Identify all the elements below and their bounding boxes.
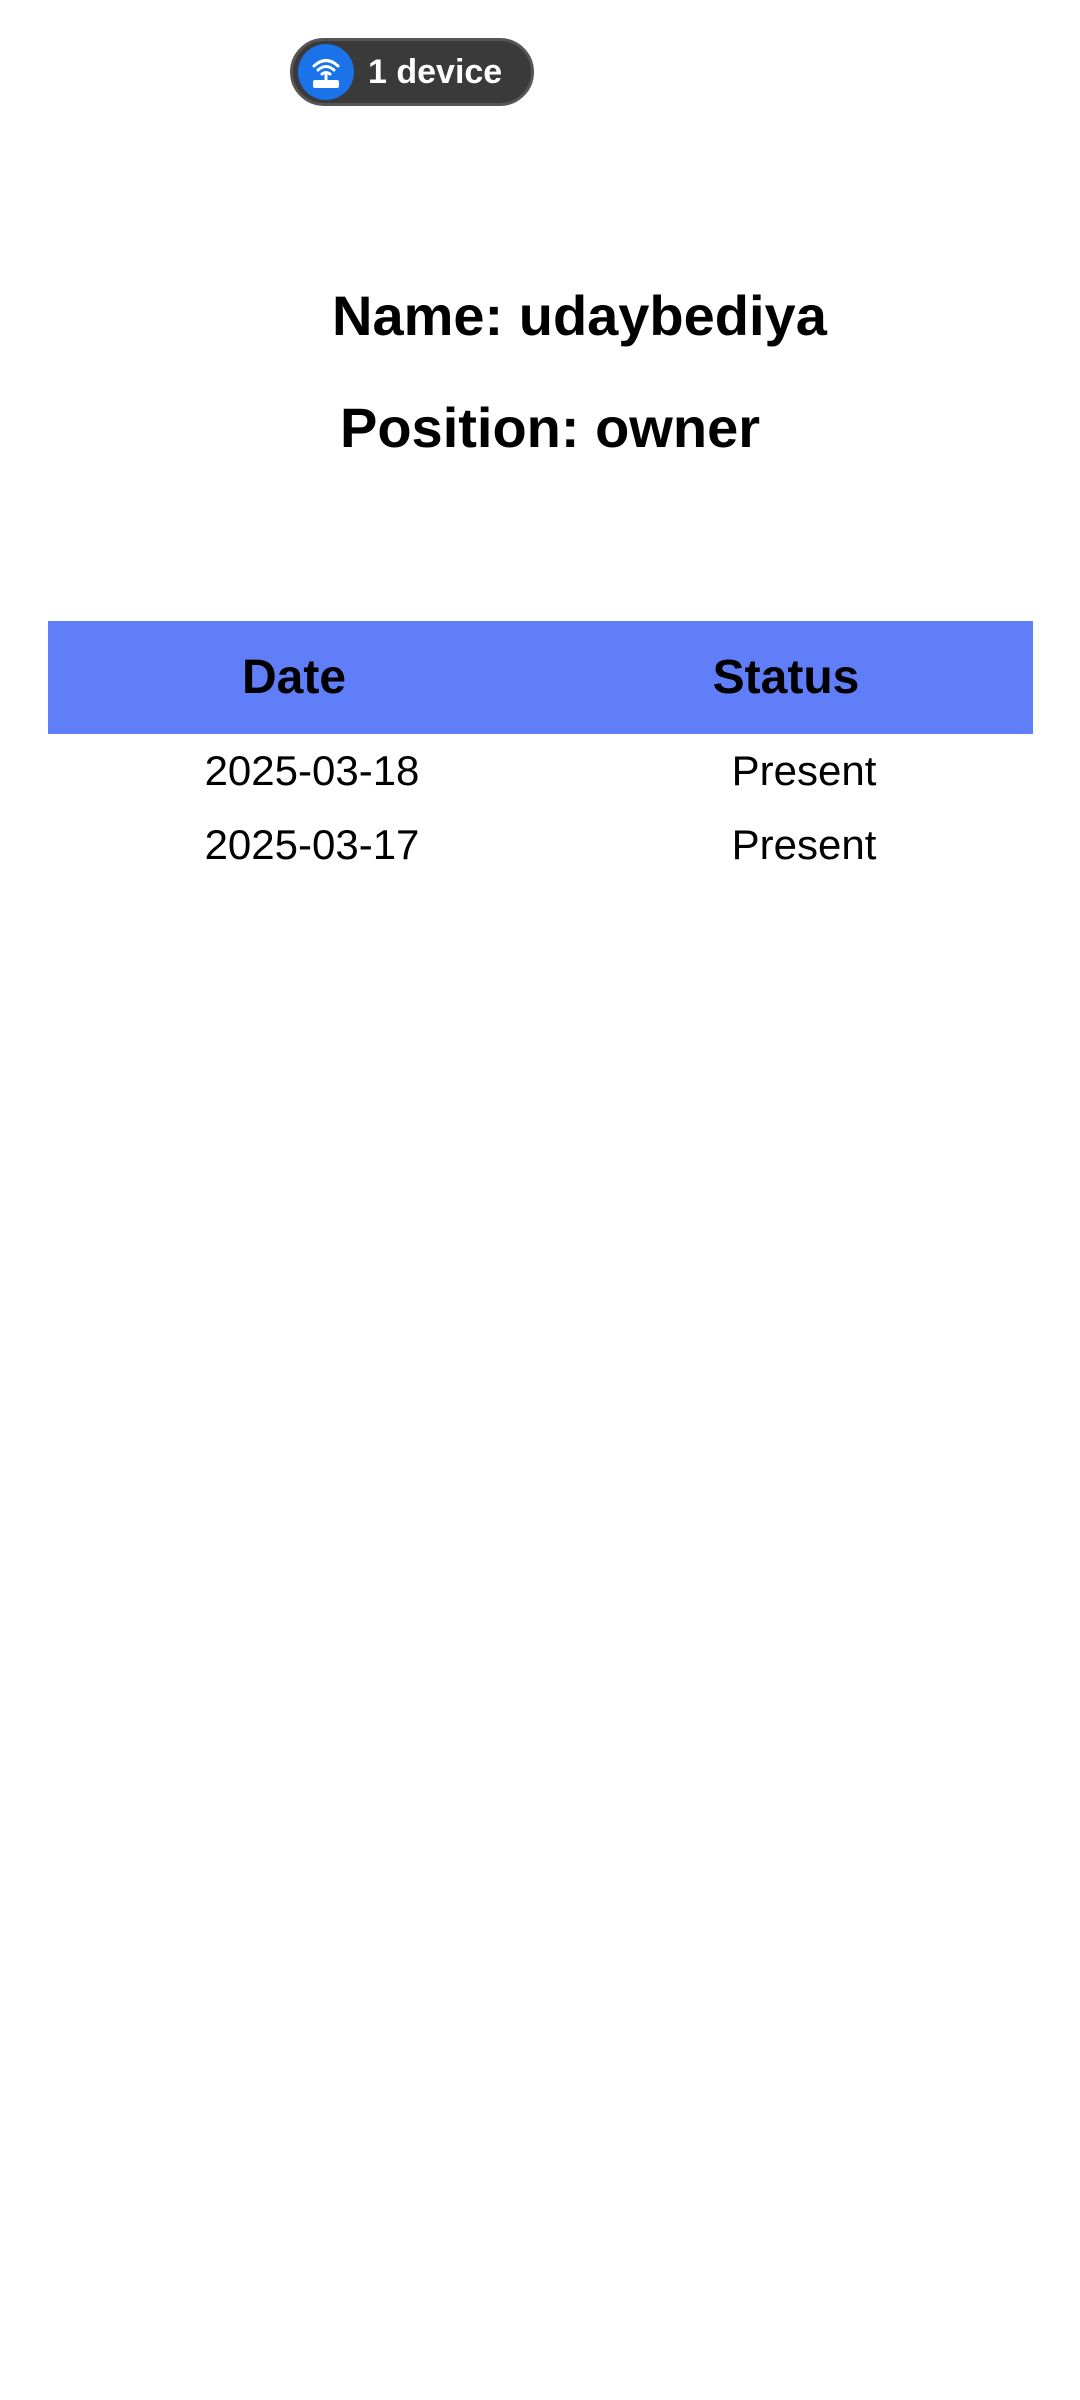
date-cell: 2025-03-17 <box>204 821 420 868</box>
employee-position: Position: owner <box>340 396 760 459</box>
status-cell: Present <box>731 821 877 868</box>
attendance-table: Date Status 2025-03-18 Present 2025-03-1… <box>48 621 1033 882</box>
column-header-status: Status <box>712 651 860 704</box>
wifi-router-icon <box>298 44 354 100</box>
column-header-date: Date <box>241 651 347 704</box>
status-cell: Present <box>731 747 877 794</box>
table-row: 2025-03-18 Present <box>48 734 1033 808</box>
table-header: Date Status <box>48 621 1033 734</box>
device-count-label: 1 device <box>368 52 503 91</box>
connected-devices-chip[interactable]: 1 device <box>290 38 534 106</box>
employee-name: Name: udaybediya <box>332 284 827 347</box>
table-row: 2025-03-17 Present <box>48 808 1033 882</box>
date-cell: 2025-03-18 <box>204 747 420 794</box>
